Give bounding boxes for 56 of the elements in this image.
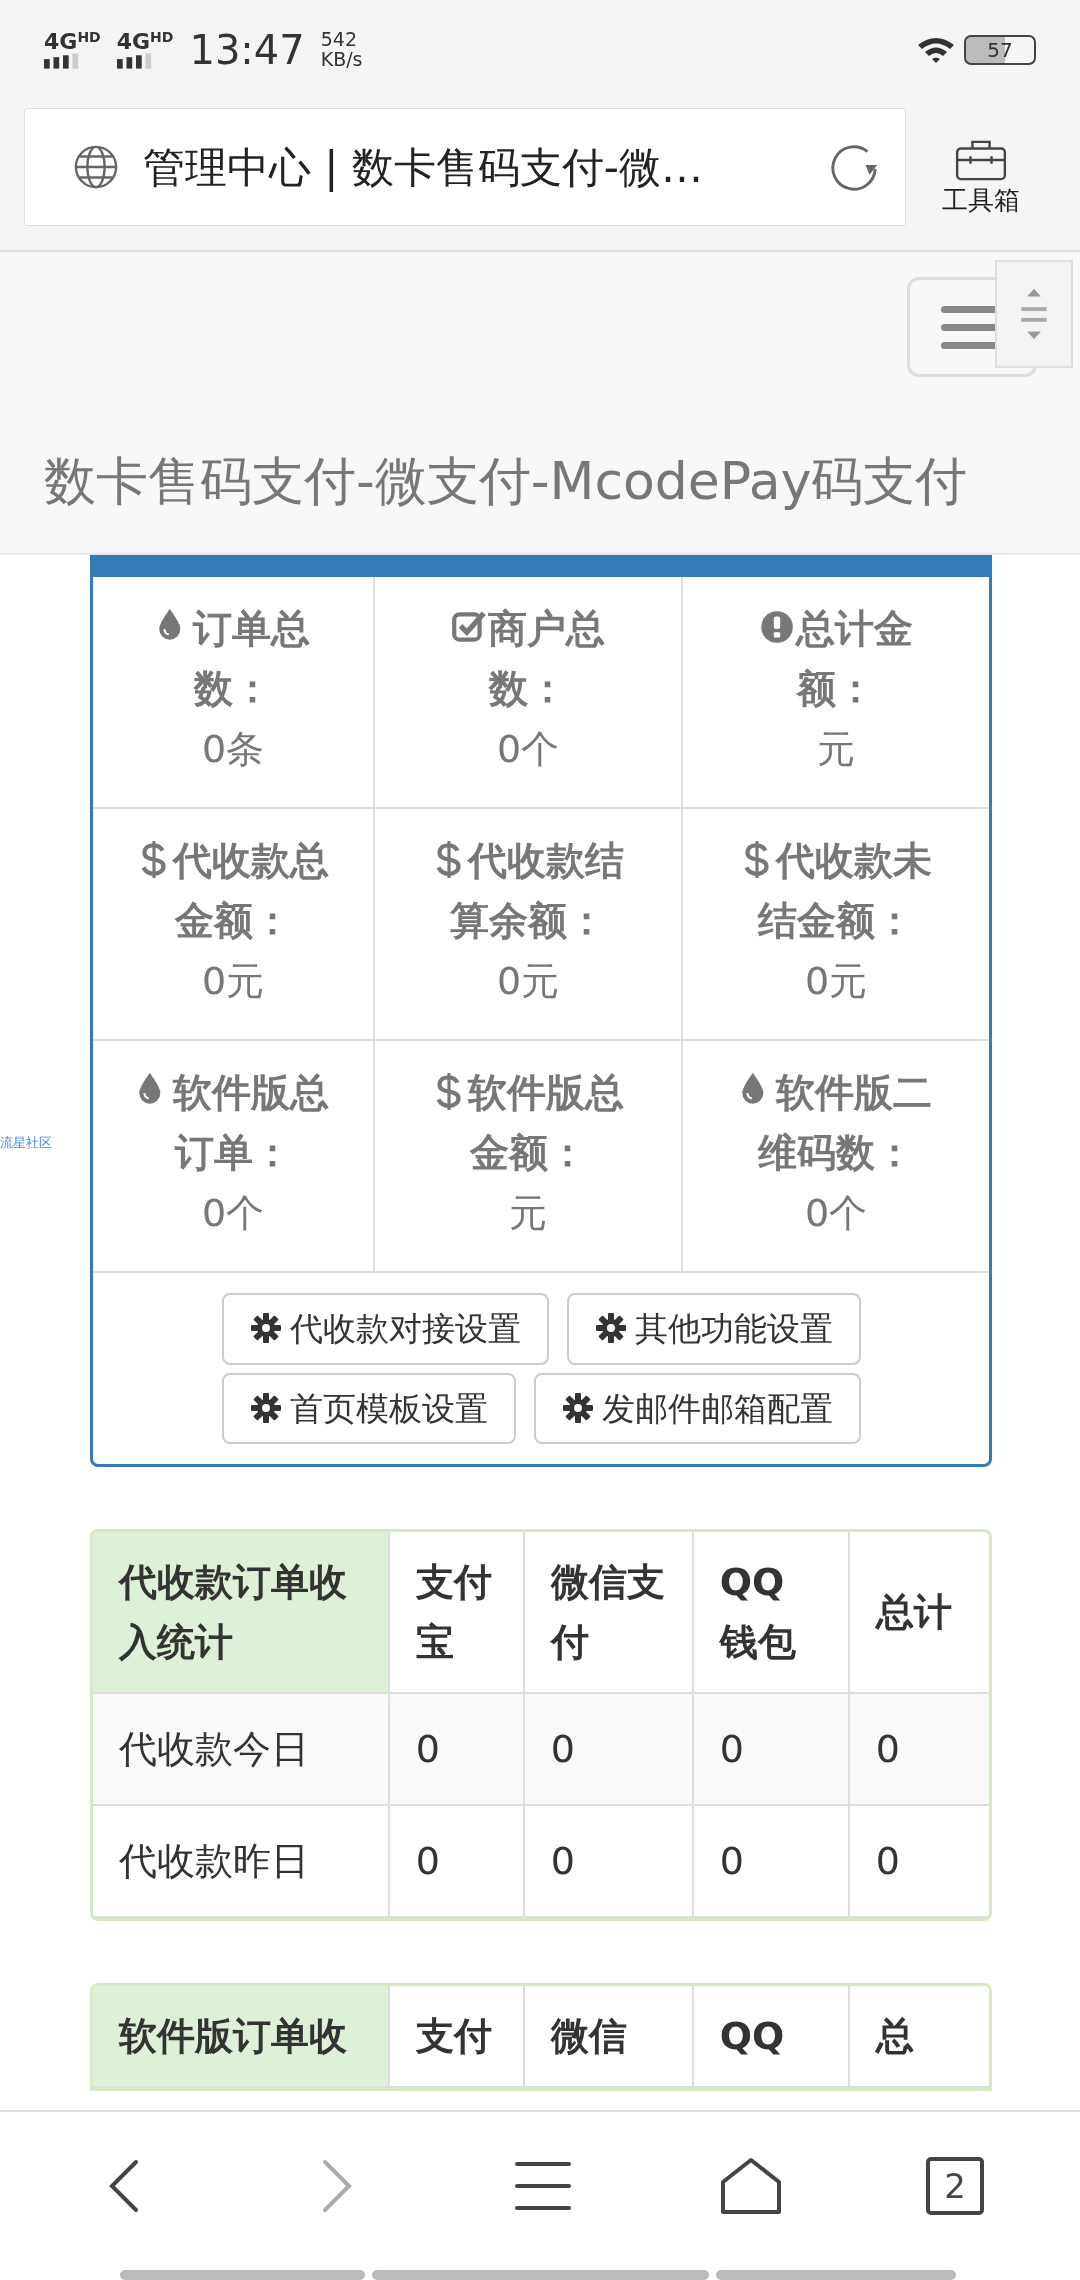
- page-title: 管理中心 | 数卡售码支付-微…: [143, 141, 703, 194]
- stat-label: 商户总数：: [487, 606, 605, 711]
- stat-value: 0元: [496, 959, 560, 1003]
- stat-value: 0元: [201, 959, 265, 1003]
- table-cell: 0: [692, 1693, 849, 1806]
- toolbox-button[interactable]: 工具箱: [906, 108, 1056, 250]
- address-bar[interactable]: 管理中心 | 数卡售码支付-微…: [24, 108, 906, 226]
- table-cell: 代收款昨日: [93, 1805, 389, 1918]
- column-header: QQ: [692, 1986, 849, 2088]
- signal-label: 4G$^{HD}$: [44, 31, 101, 53]
- network-speed: 542: [320, 30, 358, 50]
- speed-unit: KB/s: [320, 50, 363, 70]
- tab-count-button[interactable]: 2: [926, 2157, 985, 2215]
- stat-value: 0个: [496, 727, 560, 771]
- stat-label: 软件版总金额：: [468, 1070, 624, 1175]
- column-header: 软件版订单收: [93, 1986, 389, 2088]
- settings-button[interactable]: 代收款对接设置: [221, 1293, 549, 1365]
- gear-icon: [561, 1391, 594, 1424]
- stat-label: 代收款总金额：: [173, 838, 329, 943]
- stat-label: 代收款未结金额：: [758, 838, 932, 943]
- site-title: 数卡售码支付-微支付-McodePay码支付: [44, 450, 968, 513]
- wifi-icon: [916, 35, 956, 65]
- stat-label: 总计金额：: [795, 606, 913, 711]
- settings-button[interactable]: 发邮件邮箱配置: [533, 1372, 861, 1445]
- stat-value: 0元: [804, 959, 868, 1003]
- gear-icon: [249, 1391, 282, 1424]
- clock-time: 13:47: [189, 26, 305, 75]
- settings-button[interactable]: 首页模板设置: [221, 1372, 516, 1445]
- gear-icon: [594, 1312, 627, 1344]
- globe-icon: [73, 144, 119, 190]
- settings-button[interactable]: 其他功能设置: [566, 1293, 861, 1365]
- table-cell: 0: [388, 1693, 524, 1806]
- column-header: 总: [848, 1986, 989, 2088]
- column-header: 代收款订单收入统计: [93, 1532, 389, 1694]
- toolbox-icon: [955, 138, 1007, 181]
- table-cell: 0: [523, 1805, 693, 1918]
- stat-value: 0个: [201, 1191, 265, 1235]
- column-header: 支付: [388, 1986, 524, 2088]
- stat-value: 元: [817, 727, 855, 771]
- battery-level: 57: [964, 35, 1036, 65]
- stat-label: 软件版总订单：: [173, 1070, 329, 1175]
- exclamation-icon: [759, 608, 794, 646]
- side-link[interactable]: 流星社区: [0, 1133, 52, 1153]
- column-header: 微信: [523, 1986, 693, 2088]
- table-cell: 0: [388, 1805, 524, 1918]
- stat-label: 代收款结算余额：: [450, 838, 624, 943]
- stat-value: 0个: [804, 1191, 868, 1235]
- table-cell: 代收款今日: [93, 1693, 389, 1806]
- table-cell: 0: [692, 1805, 849, 1918]
- table-cell: 0: [523, 1693, 693, 1806]
- stat-value: 元: [509, 1191, 547, 1235]
- stat-label: 订单总数：: [192, 606, 310, 711]
- gear-icon: [249, 1312, 282, 1344]
- stat-value: 0条: [201, 727, 265, 771]
- signal-label: 4G$^{HD}$: [116, 31, 174, 53]
- stat-label: 软件版二维码数：: [758, 1070, 932, 1175]
